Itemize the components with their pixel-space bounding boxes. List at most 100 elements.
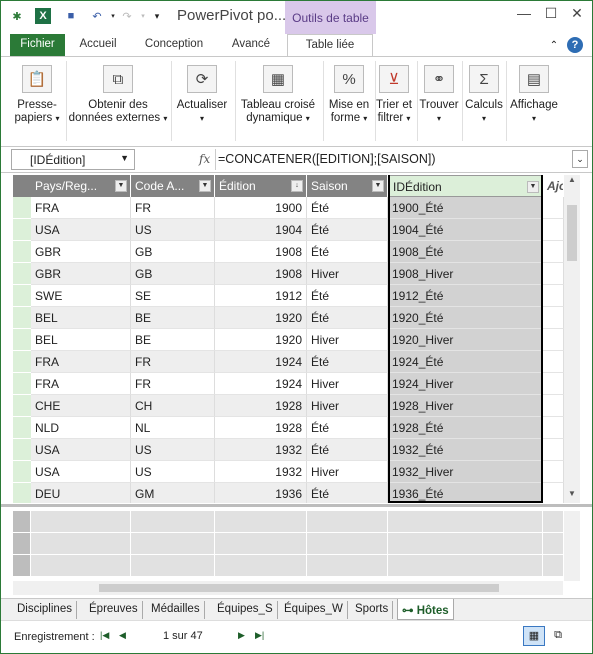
calc-cell[interactable]	[131, 555, 215, 577]
row-selector[interactable]	[13, 285, 31, 307]
row-selector[interactable]	[13, 461, 31, 483]
scroll-thumb[interactable]	[567, 205, 577, 261]
cell-add-column[interactable]	[543, 439, 564, 461]
filter-dropdown-icon[interactable]: ▼	[199, 180, 211, 192]
sheet-tab-hotes[interactable]: ⊶ Hôtes	[397, 599, 454, 620]
cell-code[interactable]: FR	[131, 351, 215, 373]
cell-add-column[interactable]	[543, 351, 564, 373]
calc-cell[interactable]	[131, 511, 215, 533]
cell-edition[interactable]: 1904	[215, 219, 307, 241]
calc-cell[interactable]	[388, 555, 543, 577]
cell-idedition[interactable]: 1924_Hiver	[388, 373, 543, 395]
sheet-tab-equipes-s[interactable]: Équipes_S	[213, 601, 278, 619]
cell-season[interactable]: Été	[307, 439, 388, 461]
cell-edition[interactable]: 1920	[215, 329, 307, 351]
sort-filter-icon[interactable]: ↓	[291, 180, 303, 192]
calc-cell[interactable]	[31, 555, 131, 577]
calc-cell[interactable]	[543, 511, 564, 533]
cell-idedition[interactable]: 1904_Été	[388, 219, 543, 241]
cell-code[interactable]: US	[131, 219, 215, 241]
cell-season[interactable]: Été	[307, 351, 388, 373]
row-selector[interactable]	[13, 263, 31, 285]
column-header-edition[interactable]: Édition ↓	[215, 175, 307, 197]
tab-linked-table[interactable]: Table liée	[287, 34, 373, 56]
calc-cell[interactable]	[215, 555, 307, 577]
cell-code[interactable]: GM	[131, 483, 215, 503]
excel-icon[interactable]: X	[35, 8, 51, 24]
cell-country[interactable]: FRA	[31, 197, 131, 219]
cell-idedition[interactable]: 1936_Été	[388, 483, 543, 503]
row-selector[interactable]	[13, 241, 31, 263]
cell-code[interactable]: NL	[131, 417, 215, 439]
cell-country[interactable]: NLD	[31, 417, 131, 439]
cell-add-column[interactable]	[543, 197, 564, 219]
cell-code[interactable]: US	[131, 439, 215, 461]
column-header-season[interactable]: Saison ▼	[307, 175, 388, 197]
calc-cell[interactable]	[131, 533, 215, 555]
maximize-button[interactable]: ☐	[540, 5, 562, 25]
sheet-tab-medailles[interactable]: Médailles	[147, 601, 205, 619]
cell-add-column[interactable]	[543, 285, 564, 307]
redo-icon[interactable]: ↷	[119, 8, 135, 24]
add-column-header[interactable]: Ajo	[543, 175, 564, 197]
cell-idedition[interactable]: 1920_Hiver	[388, 329, 543, 351]
column-header-idedition[interactable]: IDÉdition ▼	[388, 175, 543, 197]
cell-season[interactable]: Été	[307, 417, 388, 439]
minimize-button[interactable]: —	[513, 5, 535, 25]
cell-idedition[interactable]: 1928_Hiver	[388, 395, 543, 417]
cell-edition[interactable]: 1924	[215, 351, 307, 373]
cell-season[interactable]: Été	[307, 219, 388, 241]
help-icon[interactable]: ?	[567, 37, 583, 53]
view-button[interactable]: ▤ Affichage ▾	[507, 61, 561, 141]
cell-season[interactable]: Hiver	[307, 263, 388, 285]
cell-add-column[interactable]	[543, 307, 564, 329]
cell-country[interactable]: FRA	[31, 373, 131, 395]
cell-code[interactable]: GB	[131, 241, 215, 263]
cell-country[interactable]: GBR	[31, 263, 131, 285]
horizontal-scrollbar[interactable]	[13, 581, 563, 595]
next-record-icon[interactable]: ▶	[238, 630, 245, 641]
cell-code[interactable]: BE	[131, 307, 215, 329]
column-header-country[interactable]: Pays/Reg... ▼	[31, 175, 131, 197]
cell-country[interactable]: CHE	[31, 395, 131, 417]
filter-dropdown-icon[interactable]: ▼	[527, 181, 539, 193]
tab-design[interactable]: Conception	[133, 34, 215, 56]
calc-cell[interactable]	[307, 555, 388, 577]
cell-add-column[interactable]	[543, 483, 564, 503]
cell-edition[interactable]: 1908	[215, 263, 307, 285]
calc-cell[interactable]	[31, 533, 131, 555]
calc-row-header[interactable]	[13, 511, 31, 533]
fx-icon[interactable]: fx	[199, 152, 210, 166]
column-header-code[interactable]: Code A... ▼	[131, 175, 215, 197]
cell-code[interactable]: US	[131, 461, 215, 483]
formula-input[interactable]: =CONCATENER([EDITION];[SAISON])	[215, 149, 563, 170]
cell-country[interactable]: FRA	[31, 351, 131, 373]
calc-vertical-scrollbar[interactable]	[564, 511, 580, 581]
find-button[interactable]: ⚭ Trouver ▾	[417, 61, 461, 141]
refresh-button[interactable]: ⟳ Actualiser ▾	[173, 61, 231, 141]
filter-dropdown-icon[interactable]: ▼	[115, 180, 127, 192]
last-record-icon[interactable]: ▶|	[255, 630, 264, 641]
name-box[interactable]: [IDÉdition] ▼	[11, 149, 135, 170]
cell-edition[interactable]: 1924	[215, 373, 307, 395]
row-selector[interactable]	[13, 373, 31, 395]
calculations-button[interactable]: Σ Calculs ▾	[463, 61, 505, 141]
cell-country[interactable]: USA	[31, 439, 131, 461]
calc-cell[interactable]	[543, 555, 564, 577]
cell-add-column[interactable]	[543, 219, 564, 241]
calc-cell[interactable]	[215, 533, 307, 555]
undo-icon[interactable]: ↶	[89, 8, 105, 24]
cell-add-column[interactable]	[543, 263, 564, 285]
sheet-tab-disciplines[interactable]: Disciplines	[13, 601, 77, 619]
tab-file[interactable]: Fichier	[10, 34, 65, 56]
cell-code[interactable]: FR	[131, 373, 215, 395]
cell-code[interactable]: GB	[131, 263, 215, 285]
previous-record-icon[interactable]: ◀	[119, 630, 126, 641]
row-selector[interactable]	[13, 219, 31, 241]
pivot-table-button[interactable]: ▦ Tableau croisé dynamique ▾	[237, 61, 319, 141]
cell-season[interactable]: Été	[307, 483, 388, 503]
cell-idedition[interactable]: 1924_Été	[388, 351, 543, 373]
cell-edition[interactable]: 1920	[215, 307, 307, 329]
calc-cell[interactable]	[388, 533, 543, 555]
row-selector[interactable]	[13, 351, 31, 373]
